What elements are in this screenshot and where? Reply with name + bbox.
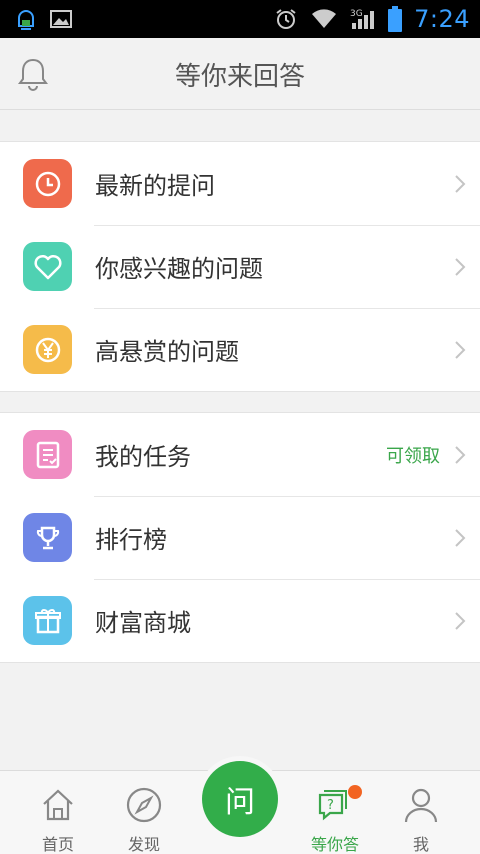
row-label: 你感兴趣的问题 xyxy=(95,255,263,283)
chevron-right-icon xyxy=(454,257,466,277)
claimable-badge: 可领取 xyxy=(386,445,440,467)
nav-label: 首页 xyxy=(41,835,74,854)
page-title: 等你来回答 xyxy=(174,61,305,92)
list-item-interested-questions[interactable]: 你感兴趣的问题 xyxy=(0,225,480,308)
nav-label: 我 xyxy=(412,835,429,854)
chevron-right-icon xyxy=(454,340,466,360)
clock-icon xyxy=(23,159,72,208)
yen-icon xyxy=(23,325,72,374)
nav-discover[interactable]: 发现 xyxy=(104,771,184,854)
task-list-icon xyxy=(23,430,72,479)
wifi-icon xyxy=(310,8,338,30)
row-label: 排行榜 xyxy=(95,526,167,554)
notification-dot xyxy=(348,785,362,799)
android-notification-icon xyxy=(14,6,38,32)
chevron-right-icon xyxy=(454,528,466,548)
chevron-right-icon xyxy=(454,445,466,465)
battery-icon xyxy=(388,6,403,32)
chevron-right-icon xyxy=(454,611,466,631)
svg-text:?: ? xyxy=(327,798,334,813)
status-time: 7:24 xyxy=(414,5,470,33)
list-item-wealth-mall[interactable]: 财富商城 xyxy=(0,579,480,662)
header: 等你来回答 xyxy=(0,38,480,110)
heart-icon xyxy=(23,242,72,291)
chevron-right-icon xyxy=(454,174,466,194)
compass-icon xyxy=(124,785,164,825)
svg-text:3G: 3G xyxy=(350,9,363,19)
gift-icon xyxy=(23,596,72,645)
home-icon xyxy=(38,785,78,825)
nav-home[interactable]: 首页 xyxy=(18,771,98,854)
nav-label: 发现 xyxy=(127,835,160,854)
alarm-icon xyxy=(274,7,298,31)
question-filter-list: 最新的提问 你感兴趣的问题 高悬赏的问题 xyxy=(0,141,480,392)
nav-me[interactable]: 我 xyxy=(381,771,461,854)
list-item-high-reward-questions[interactable]: 高悬赏的问题 xyxy=(0,308,480,391)
status-bar: 3G 7:24 xyxy=(0,0,480,38)
bottom-nav: 首页 发现 问 ? 等你答 我 xyxy=(0,761,480,854)
user-features-list: 我的任务 可领取 排行榜 财富商城 xyxy=(0,412,480,663)
row-label: 最新的提问 xyxy=(95,172,215,200)
row-label: 财富商城 xyxy=(95,609,191,637)
list-item-my-tasks[interactable]: 我的任务 可领取 xyxy=(0,413,480,496)
row-label: 我的任务 xyxy=(95,443,191,471)
image-notification-icon xyxy=(50,10,72,28)
signal-3g-icon: 3G xyxy=(350,7,376,31)
person-icon xyxy=(401,785,441,825)
list-item-leaderboard[interactable]: 排行榜 xyxy=(0,496,480,579)
list-item-latest-questions[interactable]: 最新的提问 xyxy=(0,142,480,225)
ask-button[interactable]: 问 xyxy=(202,761,278,837)
row-label: 高悬赏的问题 xyxy=(95,338,239,366)
nav-answer[interactable]: ? 等你答 xyxy=(295,771,375,854)
trophy-icon xyxy=(23,513,72,562)
nav-label: 等你答 xyxy=(310,835,359,854)
